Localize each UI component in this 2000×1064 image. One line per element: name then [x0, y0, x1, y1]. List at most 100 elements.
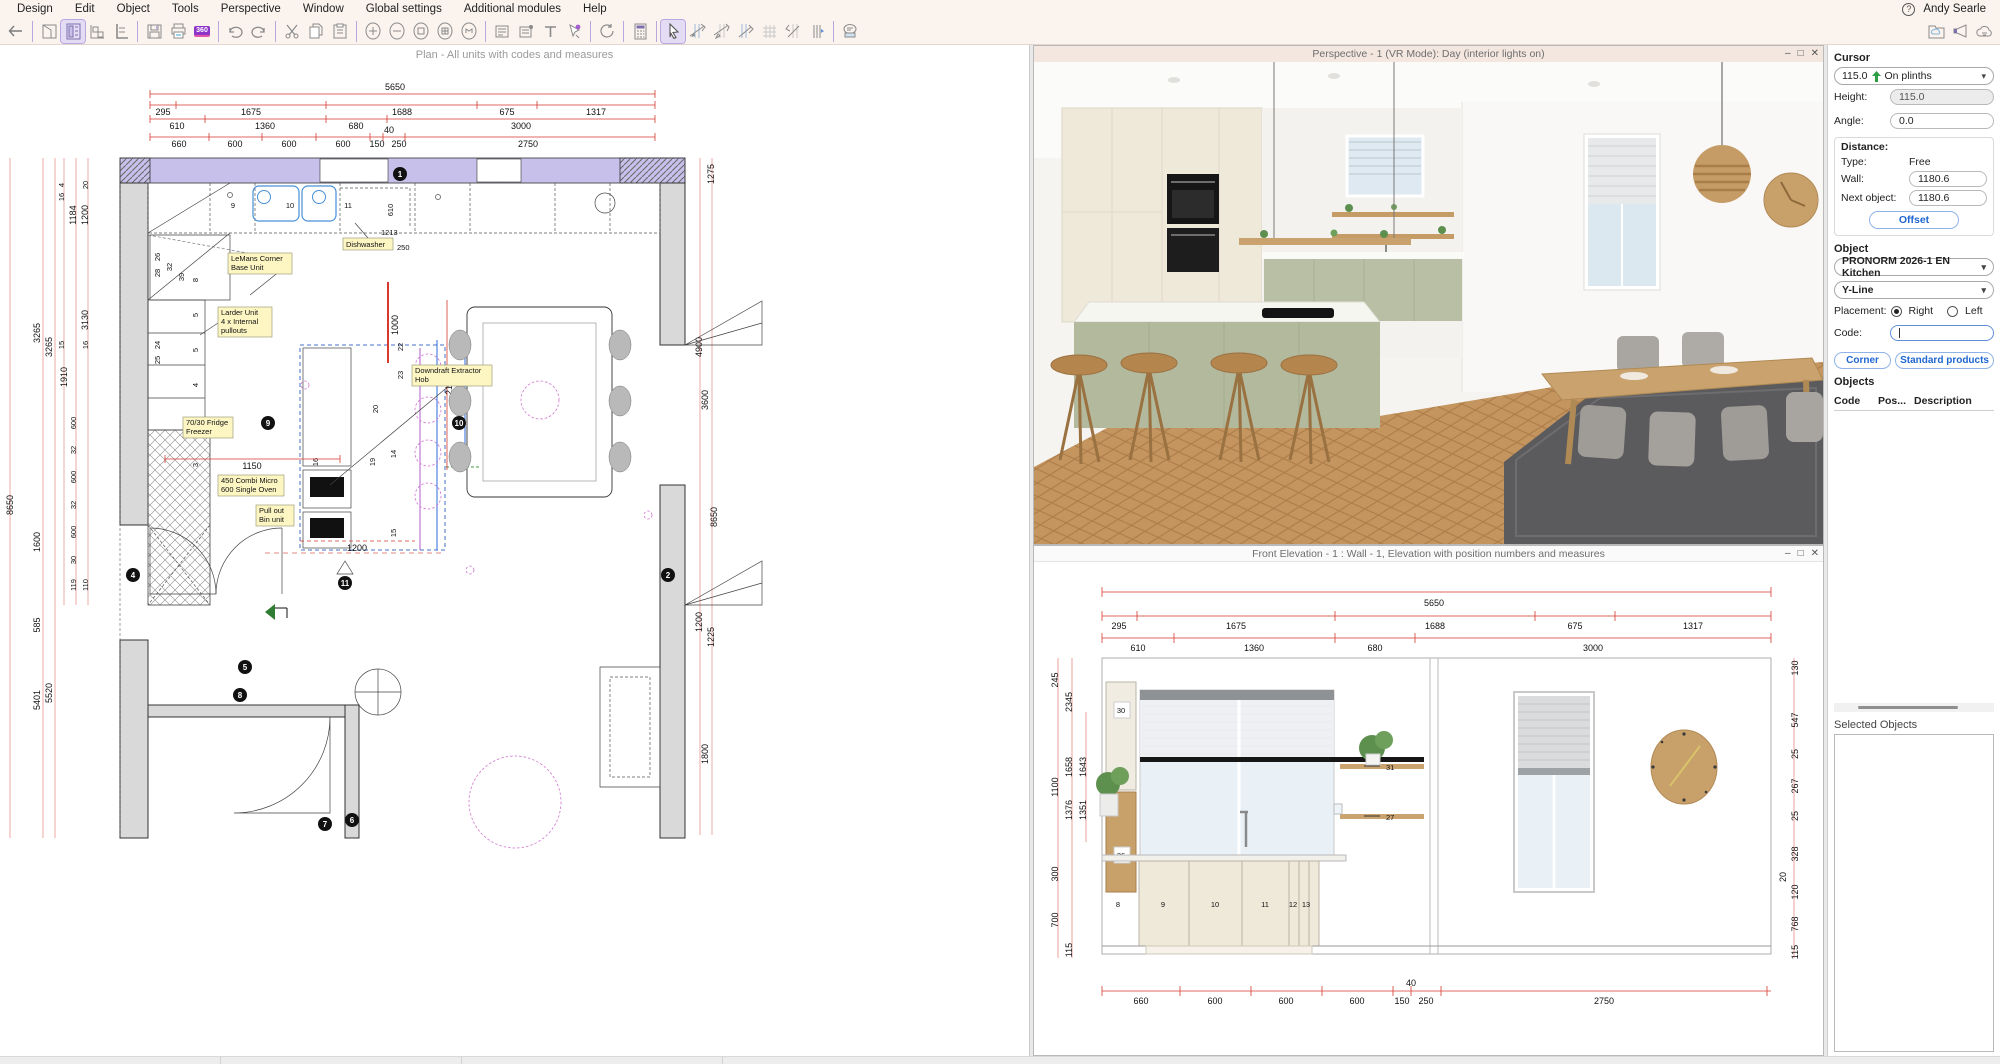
copy-icon[interactable]	[304, 20, 328, 43]
plan-window-title: Plan - All units with codes and measures	[415, 49, 614, 61]
wall-distance-field[interactable]: 1180.6	[1909, 171, 1987, 187]
menu-edit[interactable]: Edit	[64, 3, 106, 15]
svg-text:250: 250	[1418, 996, 1433, 1006]
svg-text:1360: 1360	[1244, 643, 1264, 653]
svg-text:328: 328	[1790, 846, 1800, 861]
view-side-icon[interactable]	[109, 20, 133, 43]
refresh-icon[interactable]	[595, 20, 619, 43]
svg-text:119: 119	[69, 579, 78, 591]
placement-left-radio[interactable]	[1947, 305, 1959, 317]
pointer-style-icon[interactable]	[562, 20, 586, 43]
elevation-titlebar[interactable]: Front Elevation - 1 : Wall - 1, Elevatio…	[1034, 546, 1823, 562]
perspective-render-canvas[interactable]	[1034, 62, 1823, 544]
elevation-drawing-canvas[interactable]: 5650 295 1675 1688 675 1317 610 1360 680	[1034, 562, 1823, 1055]
placement-right-radio[interactable]	[1890, 305, 1902, 317]
menu-design[interactable]: Design	[6, 3, 64, 15]
close-button[interactable]: ✕	[1811, 49, 1819, 59]
svg-text:Hob: Hob	[415, 375, 429, 384]
offset-button[interactable]: Offset	[1869, 211, 1959, 229]
zoom-window-icon[interactable]	[409, 20, 433, 43]
view-door-icon[interactable]	[37, 20, 61, 43]
text-tool-icon[interactable]	[538, 20, 562, 43]
perspective-title: Perspective - 1 (VR Mode): Day (interior…	[1312, 48, 1545, 60]
objects-col-pos[interactable]: Pos...	[1878, 395, 1914, 407]
save-icon[interactable]	[142, 20, 166, 43]
svg-text:660: 660	[171, 139, 186, 149]
svg-text:150: 150	[1394, 996, 1409, 1006]
minimize-button[interactable]: –	[1785, 49, 1791, 59]
note-add-icon[interactable]	[514, 20, 538, 43]
objects-col-code[interactable]: Code	[1834, 395, 1878, 407]
corner-button[interactable]: Corner	[1834, 352, 1892, 369]
object-section-title: Object	[1834, 243, 1869, 255]
help-icon[interactable]: ?	[1902, 2, 1916, 16]
cursor-mode-dropdown[interactable]: 115.0 On plinths ▾	[1834, 67, 1994, 85]
next-object-field[interactable]: 1180.6	[1909, 190, 1987, 206]
selected-objects-list[interactable]	[1834, 734, 1994, 1052]
menu-global-settings[interactable]: Global settings	[355, 3, 453, 15]
zoom-all-icon[interactable]	[457, 20, 481, 43]
line-dropdown[interactable]: Y-Line ▾	[1834, 281, 1994, 299]
zoom-in-icon[interactable]	[361, 20, 385, 43]
paste-icon[interactable]	[328, 20, 352, 43]
code-input[interactable]	[1890, 325, 1994, 341]
zoom-object-icon[interactable]	[433, 20, 457, 43]
cut-icon[interactable]	[280, 20, 304, 43]
notes-icon[interactable]	[490, 20, 514, 43]
svg-text:1675: 1675	[1226, 621, 1246, 631]
back-arrow-icon[interactable]	[4, 20, 28, 43]
maximize-button[interactable]: □	[1798, 49, 1804, 59]
cloud-icon[interactable]	[1972, 20, 1996, 43]
menu-additional-modules[interactable]: Additional modules	[453, 3, 572, 15]
svg-text:19: 19	[368, 458, 377, 466]
menu-tools[interactable]: Tools	[161, 3, 210, 15]
close-button[interactable]: ✕	[1811, 549, 1819, 559]
wall-tool-3-icon[interactable]	[733, 20, 757, 43]
plotter-icon[interactable]	[838, 20, 862, 43]
minimize-button[interactable]: –	[1785, 549, 1791, 559]
svg-text:295: 295	[155, 107, 170, 117]
cloud-folder-icon[interactable]	[1924, 20, 1948, 43]
grid-icon[interactable]	[757, 20, 781, 43]
menu-perspective[interactable]: Perspective	[210, 3, 292, 15]
svg-text:9: 9	[266, 419, 271, 428]
user-name[interactable]: Andy Searle	[1923, 3, 1986, 15]
perspective-titlebar[interactable]: Perspective - 1 (VR Mode): Day (interior…	[1034, 46, 1823, 62]
plan-drawing-canvas[interactable]: 5650 295 1675 1688 675 1317 610 1360 680…	[0, 45, 1029, 1056]
angle-field[interactable]: 0.0	[1890, 113, 1994, 129]
plan-top-dimensions: 5650 295 1675 1688 675 1317 610 1360 680…	[149, 82, 656, 149]
menu-window[interactable]: Window	[292, 3, 355, 15]
maximize-button[interactable]: □	[1798, 549, 1804, 559]
zoom-out-icon[interactable]	[385, 20, 409, 43]
view-360-icon[interactable]: 360	[190, 20, 214, 43]
calculator-icon[interactable]	[628, 20, 652, 43]
announcement-icon[interactable]	[1948, 20, 1972, 43]
select-arrow-icon[interactable]	[660, 18, 686, 44]
svg-text:8: 8	[1116, 900, 1120, 909]
svg-text:3000: 3000	[511, 121, 531, 131]
objects-list[interactable]	[1834, 411, 1994, 703]
wall-tool-2-icon[interactable]	[709, 20, 733, 43]
undo-icon[interactable]	[223, 20, 247, 43]
svg-text:1213: 1213	[381, 228, 398, 237]
wall-distance-label: Wall:	[1841, 173, 1864, 185]
print-icon[interactable]	[166, 20, 190, 43]
objects-horizontal-scrollbar[interactable]	[1834, 703, 1994, 712]
view-plan-units-icon[interactable]	[85, 20, 109, 43]
wall-dimension-icon[interactable]	[805, 20, 829, 43]
catalog-dropdown[interactable]: PRONORM 2026-1 EN Kitchen ▾	[1834, 255, 1994, 279]
standard-products-button[interactable]: Standard products	[1895, 352, 1994, 369]
wall-tool-4-icon[interactable]	[781, 20, 805, 43]
menu-help[interactable]: Help	[572, 3, 618, 15]
redo-icon[interactable]	[247, 20, 271, 43]
svg-text:600: 600	[1278, 996, 1293, 1006]
svg-text:LeMans Corner: LeMans Corner	[231, 254, 283, 263]
menu-object[interactable]: Object	[106, 3, 161, 15]
objects-col-description[interactable]: Description	[1914, 395, 1972, 407]
type-label: Type:	[1841, 156, 1867, 168]
wall-tool-1-icon[interactable]	[685, 20, 709, 43]
height-field[interactable]: 115.0	[1890, 89, 1994, 105]
svg-text:675: 675	[499, 107, 514, 117]
svg-text:1600: 1600	[32, 532, 42, 552]
view-elevation-icon[interactable]	[60, 18, 86, 44]
